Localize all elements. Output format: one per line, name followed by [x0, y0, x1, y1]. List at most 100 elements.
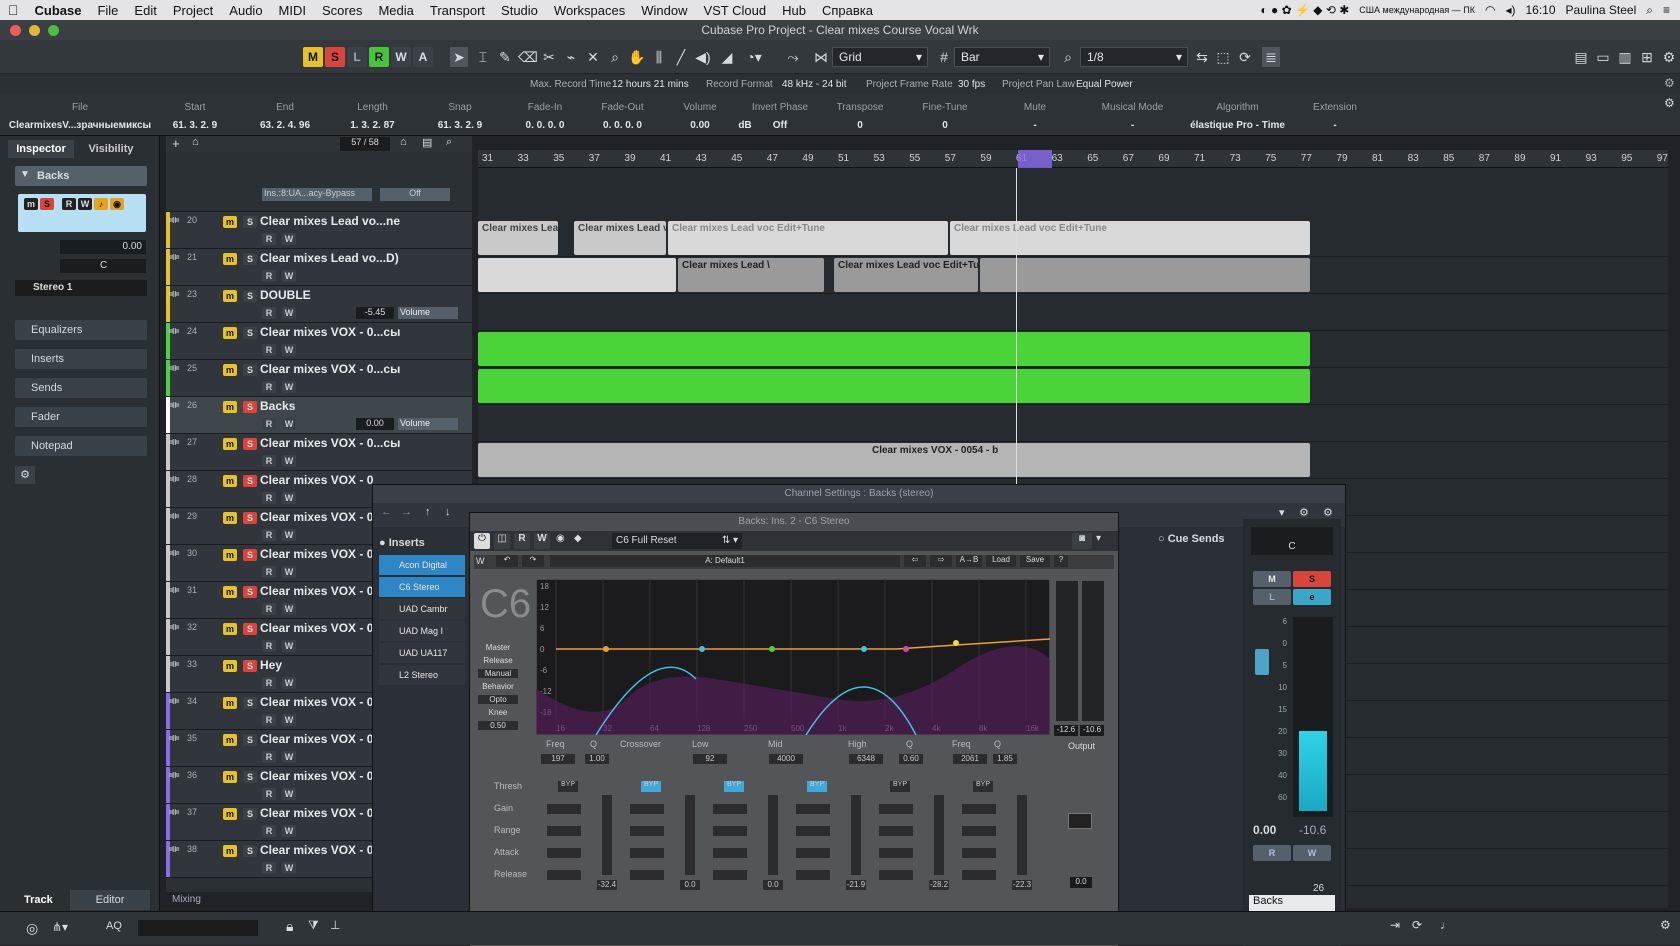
- help-icon[interactable]: ?: [1054, 555, 1068, 567]
- clock[interactable]: 16:10: [1526, 3, 1556, 17]
- section-fader[interactable]: Fader: [15, 407, 147, 427]
- hand-tool-icon[interactable]: ✋: [628, 47, 646, 67]
- folder-expand-icon[interactable]: ⟚: [169, 658, 179, 671]
- audio-icon[interactable]: ⋔▾: [52, 920, 68, 934]
- infoline-value[interactable]: ClearmixesV...зрачныемиксы: [5, 120, 155, 131]
- menu-audio[interactable]: Audio: [221, 3, 270, 18]
- track-mute-button[interactable]: m: [223, 364, 237, 376]
- track-write-button[interactable]: W: [282, 492, 296, 504]
- erase-tool-icon[interactable]: ⌫: [518, 47, 538, 67]
- track-write-button[interactable]: W: [282, 344, 296, 356]
- master-control-label[interactable]: Opto: [478, 695, 518, 704]
- track-mute-button[interactable]: m: [223, 475, 237, 487]
- menu-edit[interactable]: Edit: [126, 3, 164, 18]
- channel-listen-button[interactable]: L: [1253, 589, 1291, 605]
- filter-icon[interactable]: ⧩: [308, 918, 319, 933]
- infoline-value[interactable]: -: [1290, 120, 1380, 131]
- section-inserts[interactable]: Inserts: [15, 349, 147, 369]
- track-solo-button[interactable]: S: [243, 512, 257, 524]
- sidechain-icon[interactable]: ◉: [556, 533, 565, 544]
- audio-event[interactable]: Clear mixes Lead voc: [574, 221, 666, 255]
- audio-event[interactable]: [980, 258, 1310, 292]
- back-icon[interactable]: ←: [381, 506, 392, 518]
- mute-all-button[interactable]: M: [303, 47, 323, 67]
- grid-type-select[interactable]: Grid ▾: [832, 47, 928, 67]
- track-mute-button[interactable]: m: [223, 216, 237, 228]
- track-row[interactable]: ⟚ 21 m S Clear mixes Lead vo...D) R W: [166, 249, 472, 286]
- plugin-menu-icon[interactable]: ▾: [1096, 533, 1101, 544]
- forward-icon[interactable]: →: [401, 506, 412, 518]
- track-write-button[interactable]: W: [282, 381, 296, 393]
- track-mute-button[interactable]: m: [223, 327, 237, 339]
- menu-midi[interactable]: MIDI: [271, 3, 314, 18]
- track-name[interactable]: Clear mixes Lead vo...ne: [260, 214, 470, 228]
- track-mute-button[interactable]: m: [223, 697, 237, 709]
- band-param-knob[interactable]: [961, 825, 997, 837]
- solo-all-button[interactable]: S: [325, 47, 345, 67]
- track-read-button[interactable]: R: [262, 862, 276, 874]
- track-write-button[interactable]: W: [282, 307, 296, 319]
- output-routing[interactable]: Stereo 1: [15, 280, 147, 296]
- track-read-button[interactable]: R: [262, 751, 276, 763]
- folder-expand-icon[interactable]: ⟚: [169, 214, 179, 227]
- insert-slot[interactable]: L2 Stereo: [379, 665, 465, 685]
- infoline-value[interactable]: 1. 3. 2. 87: [330, 120, 415, 131]
- track-row[interactable]: ⟚ 24 m S Clear mixes VOX - 0...сы R W: [166, 323, 472, 360]
- save-button[interactable]: Save: [1020, 555, 1050, 567]
- track-mute-button[interactable]: m: [223, 623, 237, 635]
- band-param-knob[interactable]: [878, 869, 914, 881]
- mixer-icon[interactable]: ≣: [1262, 47, 1280, 67]
- snap-icon[interactable]: ⋈: [812, 47, 830, 67]
- eq-graph[interactable]: 1632641282505001k2k4k8k16k181260-6-12-18: [536, 579, 1050, 735]
- plugin-write-button[interactable]: W: [534, 533, 550, 549]
- menu-project[interactable]: Project: [165, 3, 221, 18]
- band-param-knob[interactable]: [961, 869, 997, 881]
- master-control-label[interactable]: 0.50: [478, 721, 518, 730]
- track-read-button[interactable]: R: [262, 492, 276, 504]
- track-name[interactable]: Clear mixes VOX - 0...сы: [260, 436, 470, 450]
- track-read-button[interactable]: R: [262, 566, 276, 578]
- bypass-button[interactable]: BYP: [724, 781, 744, 792]
- track-write-button[interactable]: W: [282, 788, 296, 800]
- zoom-slider[interactable]: [138, 920, 258, 936]
- infoline-value[interactable]: 0: [820, 120, 900, 131]
- track-solo-button[interactable]: S: [243, 327, 257, 339]
- folder-expand-icon[interactable]: ⟚: [169, 769, 179, 782]
- folder-expand-icon[interactable]: ⟚: [169, 510, 179, 523]
- zoom-tool-icon[interactable]: ⌕: [606, 47, 624, 67]
- transport-icon[interactable]: ⇥: [1390, 918, 1400, 932]
- tab-editor[interactable]: Editor: [70, 890, 150, 910]
- menu-vst-cloud[interactable]: VST Cloud: [695, 3, 774, 18]
- aq-icon[interactable]: AQ: [106, 920, 122, 932]
- track-read-button[interactable]: R: [262, 677, 276, 689]
- activate-icon[interactable]: ◆: [574, 533, 582, 544]
- inspector-pan-field[interactable]: C: [60, 259, 146, 273]
- track-solo-button[interactable]: S: [243, 549, 257, 561]
- track-read-button[interactable]: R: [262, 529, 276, 541]
- infoline-value[interactable]: 0.00: [660, 120, 740, 131]
- track-row[interactable]: ⟚ 20 m S Clear mixes Lead vo...ne R W: [166, 212, 472, 249]
- menu-file[interactable]: File: [89, 3, 126, 18]
- up-icon[interactable]: ↑: [425, 506, 431, 518]
- folder-expand-icon[interactable]: ⟚: [169, 695, 179, 708]
- lock-icon[interactable]: ⌂: [400, 136, 407, 148]
- audio-event[interactable]: [478, 332, 1310, 366]
- metronome-icon[interactable]: ♩: [1440, 918, 1452, 932]
- band-param-knob[interactable]: [629, 869, 665, 881]
- insert-slot[interactable]: Acon Digital: [379, 555, 465, 575]
- folder-icon[interactable]: ⌂: [192, 136, 199, 148]
- settings-icon[interactable]: ⚙: [1660, 47, 1678, 67]
- gear-icon[interactable]: ⚙: [1664, 76, 1675, 90]
- channel-name[interactable]: Backs: [1249, 895, 1335, 911]
- right-zone-icon[interactable]: ▥: [1616, 47, 1634, 67]
- track-solo-button[interactable]: S: [243, 290, 257, 302]
- edit-icon[interactable]: ⟳: [1236, 47, 1254, 67]
- folder-expand-icon[interactable]: ⟚: [169, 732, 179, 745]
- band-value[interactable]: 2061: [952, 753, 988, 765]
- apple-icon[interactable]: : [0, 2, 27, 18]
- menu-media[interactable]: Media: [370, 3, 421, 18]
- collapse-icon[interactable]: ▼: [20, 169, 30, 180]
- listen-button[interactable]: L: [347, 47, 367, 67]
- user-name[interactable]: Paulina Steel: [1566, 3, 1637, 17]
- band-value[interactable]: 4000: [768, 753, 804, 765]
